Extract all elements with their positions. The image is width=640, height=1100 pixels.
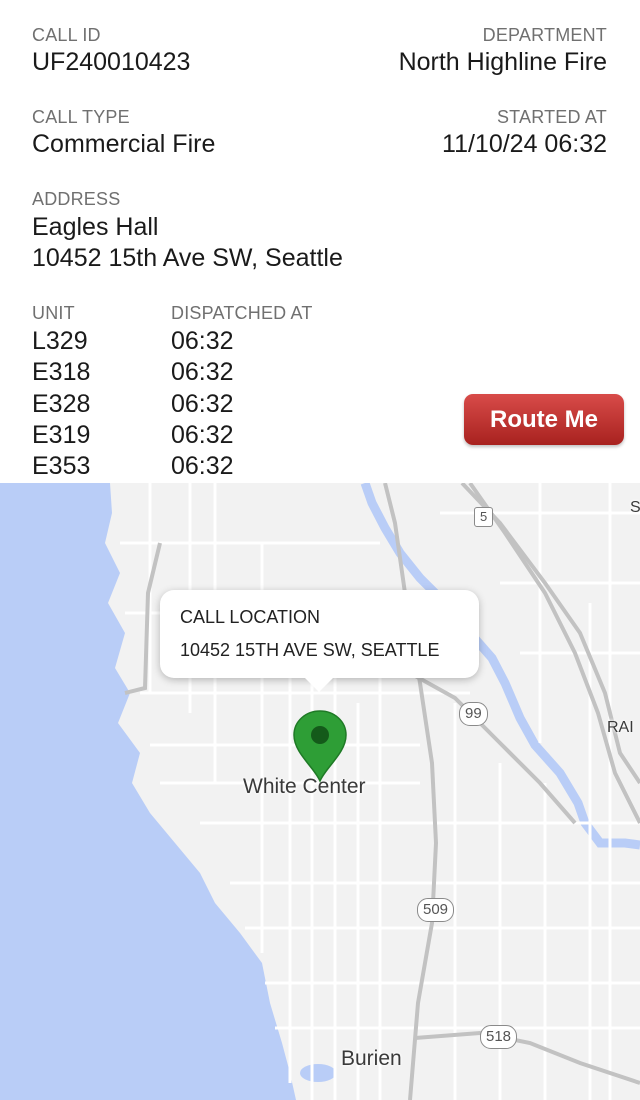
address-label: ADDRESS <box>32 189 121 209</box>
route-99-shield: 99 <box>459 702 488 726</box>
unit-header: UNIT <box>32 303 75 323</box>
unit-dispatch-time: 06:32 <box>171 390 234 418</box>
route-518-shield: 518 <box>480 1025 518 1049</box>
address-street: 10452 15th Ave SW, Seattle <box>32 244 343 272</box>
place-label-edge-s: S <box>630 499 640 516</box>
call-type-value: Commercial Fire <box>32 130 216 158</box>
map-marker-icon[interactable] <box>292 709 348 783</box>
place-label-burien: Burien <box>341 1047 402 1070</box>
call-location-popup[interactable]: CALL LOCATION 10452 15TH AVE SW, SEATTLE <box>160 590 479 692</box>
unit-id: E319 <box>32 421 91 449</box>
department-label: DEPARTMENT <box>482 25 607 45</box>
unit-id: E328 <box>32 390 91 418</box>
unit-dispatch-time: 06:32 <box>171 421 234 449</box>
dispatched-header: DISPATCHED AT <box>171 303 313 323</box>
unit-id: E318 <box>32 358 91 386</box>
unit-id: E353 <box>32 452 91 480</box>
call-details-panel: CALL ID UF240010423 DEPARTMENT North Hig… <box>0 0 640 483</box>
route-me-button[interactable]: Route Me <box>464 394 624 445</box>
department-value: North Highline Fire <box>398 48 607 76</box>
started-at-value: 11/10/24 06:32 <box>442 130 607 158</box>
interstate-5-shield: 5 <box>474 507 494 527</box>
address-name: Eagles Hall <box>32 213 159 241</box>
call-id-label: CALL ID <box>32 25 101 45</box>
unit-id: L329 <box>32 327 88 355</box>
unit-dispatch-time: 06:32 <box>171 452 234 480</box>
unit-dispatch-time: 06:32 <box>171 358 234 386</box>
map-view[interactable]: 5 99 509 518 White Center Burien S RAI <box>0 483 640 1100</box>
call-id-value: UF240010423 <box>32 48 191 76</box>
popup-address: 10452 15TH AVE SW, SEATTLE <box>180 640 440 660</box>
started-at-label: STARTED AT <box>496 107 607 127</box>
call-type-label: CALL TYPE <box>32 107 130 127</box>
place-label-edge-rai: RAI <box>607 719 634 736</box>
unit-dispatch-time: 06:32 <box>171 327 234 355</box>
popup-title: CALL LOCATION <box>180 607 321 627</box>
route-509-shield: 509 <box>417 898 455 922</box>
